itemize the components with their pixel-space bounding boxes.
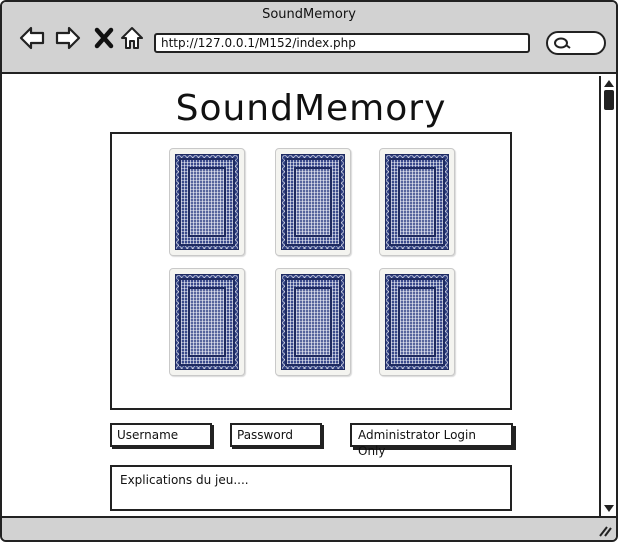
admin-login-button[interactable]: Administrator Login Only bbox=[350, 423, 513, 458]
vertical-scrollbar[interactable] bbox=[599, 76, 616, 516]
memory-card[interactable] bbox=[275, 268, 351, 376]
back-arrow-icon bbox=[19, 26, 45, 50]
memory-card[interactable] bbox=[379, 268, 455, 376]
url-bar[interactable] bbox=[154, 33, 530, 53]
forward-arrow-icon bbox=[55, 26, 81, 50]
search-icon bbox=[554, 37, 571, 49]
card-center-panel bbox=[294, 287, 332, 357]
memory-board bbox=[110, 132, 512, 410]
window-title: SoundMemory bbox=[262, 7, 356, 22]
game-explanation-box[interactable]: Explications du jeu.... bbox=[110, 465, 512, 511]
scrollbar-thumb[interactable] bbox=[604, 90, 614, 110]
scroll-down-arrow-icon[interactable] bbox=[603, 504, 615, 514]
memory-card[interactable] bbox=[169, 268, 245, 376]
memory-card[interactable] bbox=[275, 148, 351, 256]
resize-grip-icon[interactable] bbox=[598, 523, 612, 537]
page-title: SoundMemory bbox=[175, 88, 447, 129]
browser-window: SoundMemory http://127.0.0.1/M152/index.… bbox=[0, 0, 618, 542]
close-x-icon bbox=[94, 27, 114, 49]
card-center-panel bbox=[398, 287, 436, 357]
forward-button[interactable] bbox=[54, 24, 82, 52]
browser-chrome: SoundMemory bbox=[2, 2, 616, 74]
home-button[interactable] bbox=[118, 24, 146, 52]
card-center-panel bbox=[294, 167, 332, 237]
status-bar bbox=[2, 516, 616, 540]
stop-button[interactable] bbox=[90, 24, 118, 52]
back-button[interactable] bbox=[18, 24, 46, 52]
browser-search-box[interactable] bbox=[546, 31, 606, 55]
username-field[interactable] bbox=[110, 423, 212, 447]
card-center-panel bbox=[188, 167, 226, 237]
memory-card[interactable] bbox=[379, 148, 455, 256]
scroll-up-arrow-icon[interactable] bbox=[603, 78, 615, 88]
home-icon bbox=[121, 27, 143, 49]
card-center-panel bbox=[398, 167, 436, 237]
memory-card[interactable] bbox=[169, 148, 245, 256]
card-center-panel bbox=[188, 287, 226, 357]
password-field[interactable] bbox=[230, 423, 322, 447]
